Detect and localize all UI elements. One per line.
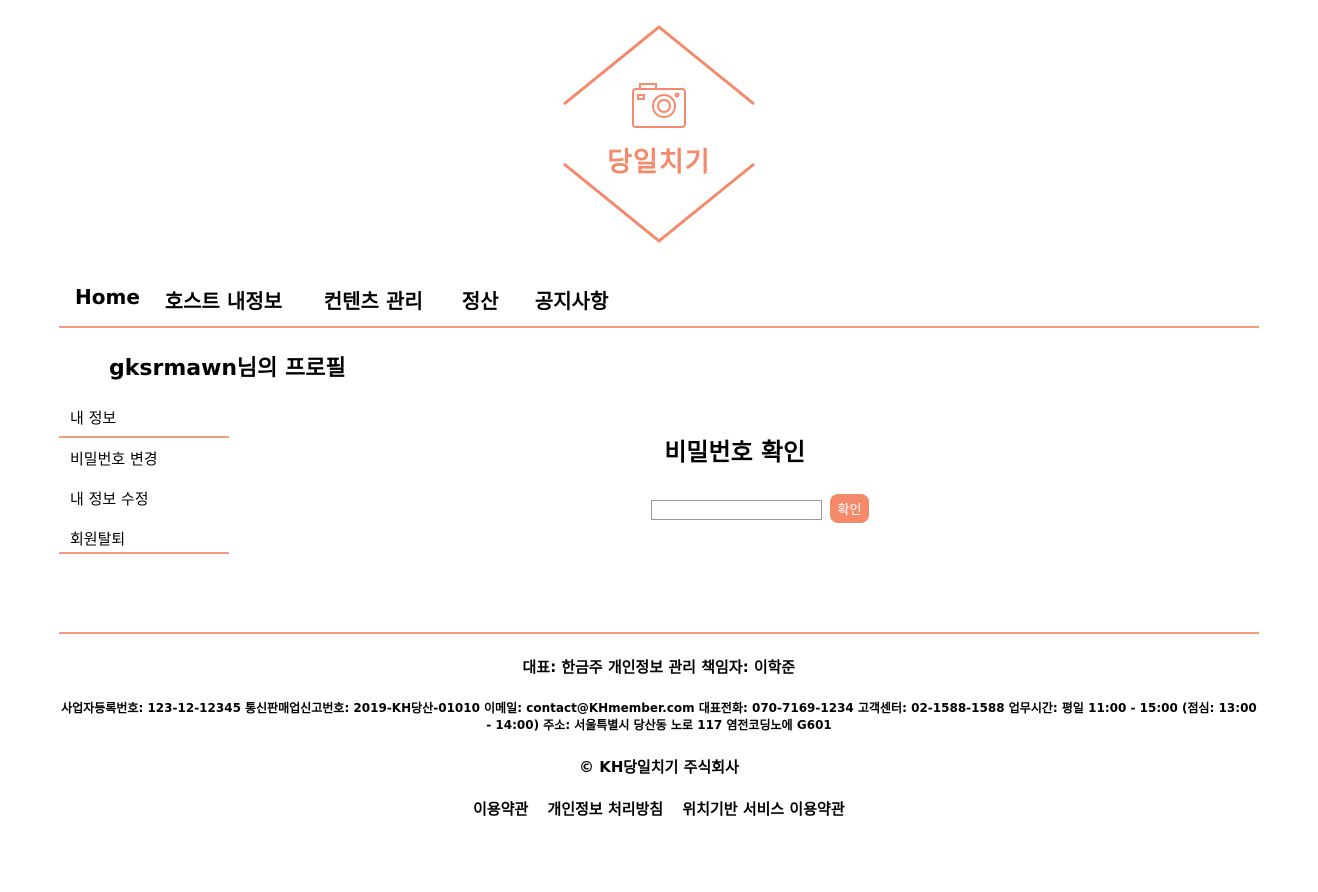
footer-representative: 대표: 한금주 개인정보 관리 책임자: 이학준	[522, 658, 796, 676]
footer-link-location-terms[interactable]: 위치기반 서비스 이용약관	[683, 800, 845, 818]
confirm-button[interactable]: 확인	[830, 494, 869, 523]
sidebar-item-withdraw[interactable]: 회원탈퇴	[59, 530, 229, 570]
nav-content-management[interactable]: 컨텐츠 관리	[324, 285, 423, 314]
sidebar-menu: 비밀번호 변경 내 정보 수정 회원탈퇴	[59, 438, 229, 554]
sidebar-item-edit-info[interactable]: 내 정보 수정	[59, 490, 229, 530]
nav-notice[interactable]: 공지사항	[535, 285, 609, 314]
site-logo[interactable]: 당일치기	[558, 22, 760, 248]
footer-divider	[59, 632, 1259, 634]
sidebar: 내 정보 비밀번호 변경 내 정보 수정 회원탈퇴	[59, 404, 229, 554]
logo-text: 당일치기	[607, 147, 711, 178]
sidebar-heading: 내 정보	[59, 404, 229, 438]
sidebar-item-change-password[interactable]: 비밀번호 변경	[59, 450, 229, 490]
password-check-title: 비밀번호 확인	[664, 438, 806, 466]
footer-company-info: 사업자등록번호: 123-12-12345 통신판매업신고번호: 2019-KH…	[61, 701, 1257, 732]
footer-copyright: © KH당일치기 주식회사	[578, 758, 740, 776]
nav-settlement[interactable]: 정산	[462, 285, 499, 314]
password-input[interactable]	[651, 500, 822, 520]
camera-icon	[632, 83, 686, 128]
nav-host-info[interactable]: 호스트 내정보	[165, 285, 282, 314]
footer-links: 이용약관 개인정보 처리방침 위치기반 서비스 이용약관	[59, 798, 1259, 819]
main-nav: Home 호스트 내정보 컨텐츠 관리 정산 공지사항	[59, 282, 1259, 328]
logo-diamond	[563, 25, 755, 243]
footer-link-privacy[interactable]: 개인정보 처리방침	[548, 800, 664, 818]
profile-title: gksrmawn님의 프로필	[109, 356, 346, 381]
footer-link-terms[interactable]: 이용약관	[473, 800, 528, 818]
nav-home[interactable]: Home	[75, 285, 140, 309]
